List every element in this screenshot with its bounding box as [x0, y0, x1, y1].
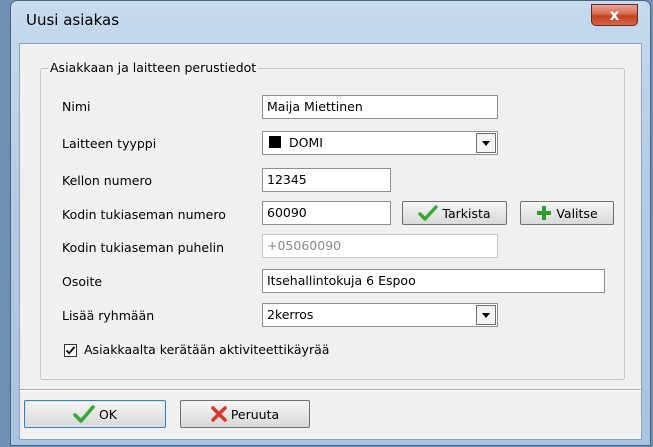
device-type-select[interactable]: DOMI	[262, 131, 498, 155]
base-phone-input: +05060090	[262, 234, 498, 258]
name-input[interactable]: Maija Miettinen	[262, 95, 498, 119]
device-type-value: DOMI	[289, 135, 323, 150]
dialog-window: Uusi asiakas x Asiakkaan ja laitteen per…	[10, 0, 651, 446]
check-button[interactable]: Tarkista	[402, 201, 507, 225]
window-title: Uusi asiakas	[26, 11, 120, 29]
check-button-label: Tarkista	[442, 205, 491, 221]
watch-number-input[interactable]: 12345	[262, 168, 391, 192]
device-type-label: Laitteen tyyppi	[62, 136, 157, 151]
title-bar[interactable]: Uusi asiakas x	[11, 1, 650, 43]
activity-checkbox[interactable]	[64, 344, 77, 357]
activity-checkbox-label[interactable]: Asiakkaalta kerätään aktiviteettikäyrää	[84, 342, 329, 357]
cancel-button[interactable]: Peruuta	[180, 400, 310, 428]
base-number-label: Kodin tukiaseman numero	[62, 207, 226, 222]
close-icon: x	[609, 6, 620, 24]
group-select-value: 2kerros	[267, 307, 314, 322]
cancel-button-label: Peruuta	[230, 406, 280, 422]
base-number-input[interactable]: 60090	[262, 201, 391, 225]
group-title: Asiakkaan ja laitteen perustiedot	[48, 60, 259, 75]
checkbox-check-icon	[65, 346, 76, 355]
dialog-body: Asiakkaan ja laitteen perustiedot Nimi M…	[19, 43, 642, 440]
button-separator	[20, 389, 641, 391]
select-button-label: Valitse	[556, 205, 598, 221]
select-button[interactable]: Valitse	[520, 201, 614, 225]
ok-button[interactable]: OK	[24, 400, 166, 428]
group-label: Lisää ryhmään	[62, 308, 155, 323]
cancel-x-icon	[211, 406, 227, 422]
checkmark-icon	[418, 205, 439, 221]
dropdown-arrow-icon[interactable]	[476, 133, 496, 153]
ok-button-label: OK	[98, 406, 118, 422]
close-button[interactable]: x	[591, 4, 638, 26]
base-phone-label: Kodin tukiaseman puhelin	[62, 240, 224, 255]
address-input[interactable]: Itsehallintokuja 6 Espoo	[262, 269, 605, 293]
plus-icon	[537, 206, 552, 220]
group-select[interactable]: 2kerros	[262, 303, 498, 327]
watch-number-label: Kellon numero	[62, 173, 152, 188]
address-label: Osoite	[62, 274, 103, 289]
dropdown-arrow-icon[interactable]	[476, 305, 496, 325]
checkmark-icon	[73, 405, 95, 423]
name-label: Nimi	[62, 99, 91, 114]
device-color-swatch	[269, 136, 281, 148]
